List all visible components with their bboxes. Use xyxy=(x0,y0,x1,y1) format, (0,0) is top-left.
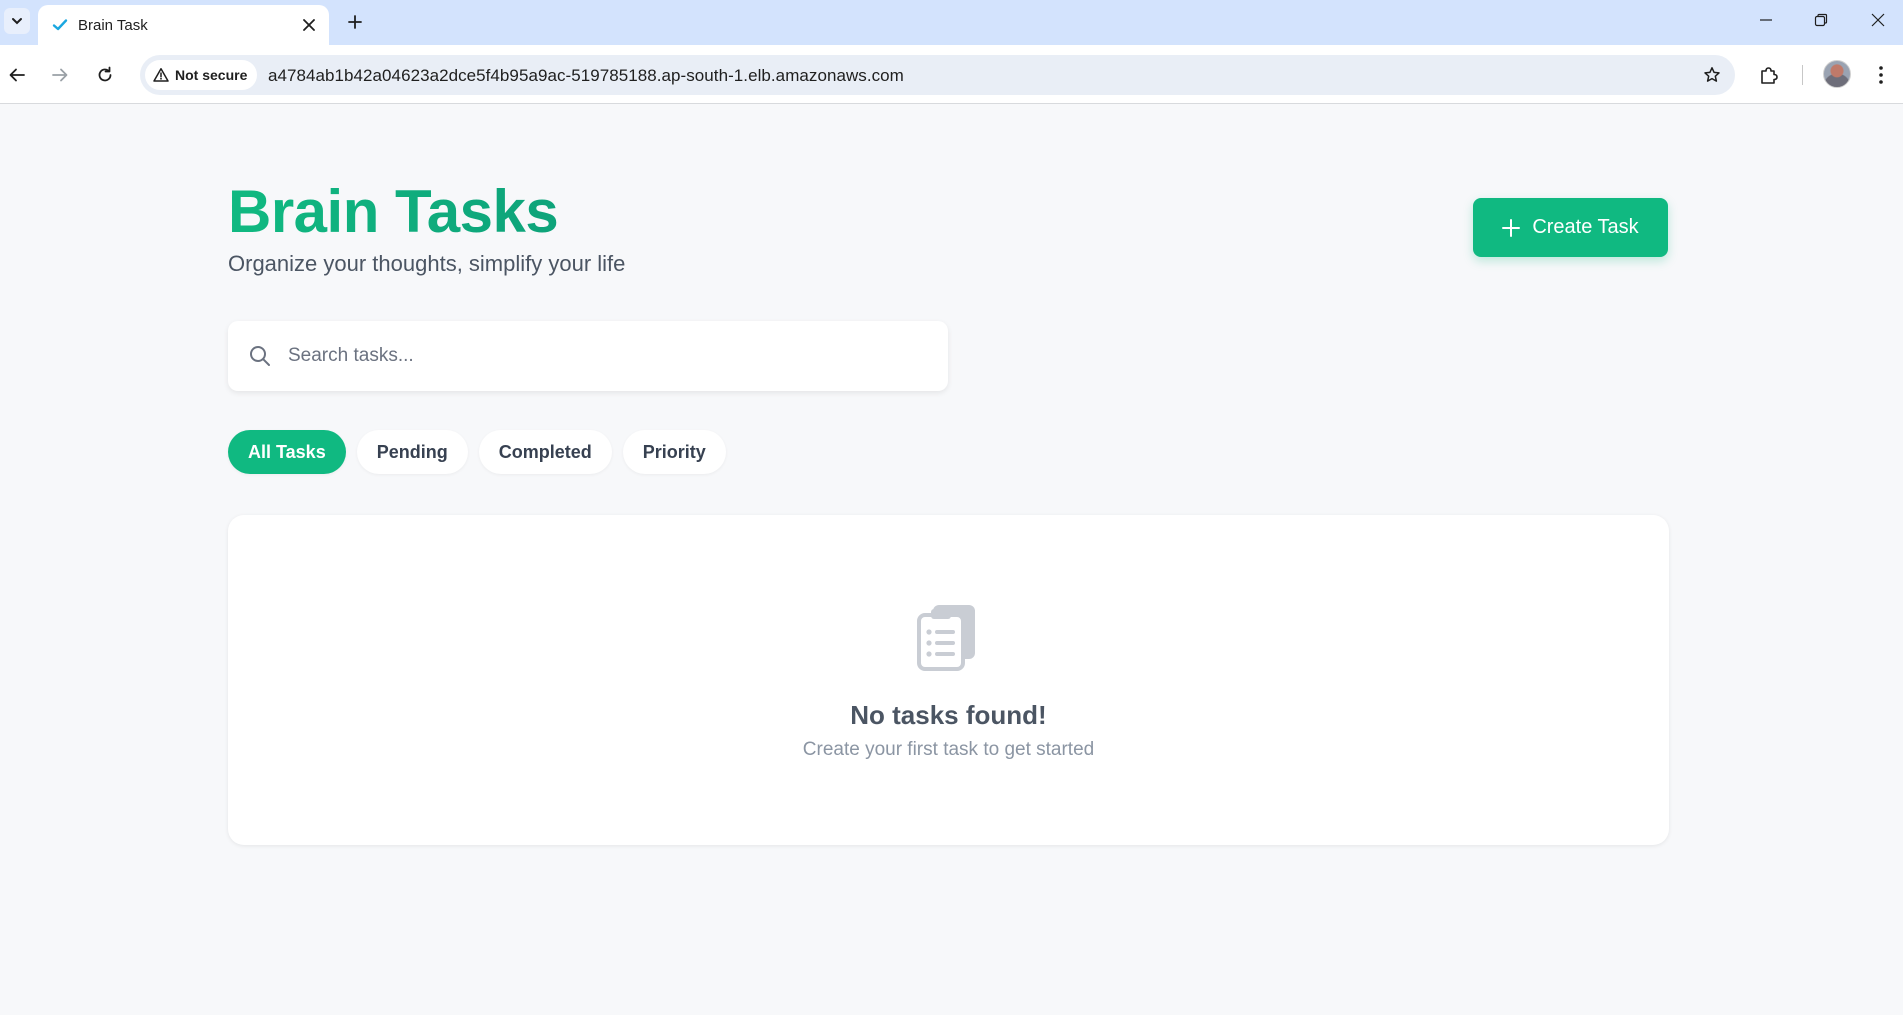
minimize-button[interactable] xyxy=(1743,4,1789,36)
browser-toolbar: Not secure a4784ab1b42a04623a2dce5f4b95a… xyxy=(0,45,1903,104)
tab-strip: Brain Task xyxy=(0,0,1903,45)
arrow-right-icon xyxy=(52,68,68,82)
close-icon xyxy=(1871,13,1885,27)
app-page: Brain Tasks Organize your thoughts, simp… xyxy=(0,105,1903,1015)
profile-avatar[interactable] xyxy=(1823,60,1851,88)
reload-icon xyxy=(98,66,112,82)
extensions-button[interactable] xyxy=(1754,60,1784,90)
new-tab-button[interactable] xyxy=(342,9,368,35)
filter-all-tasks[interactable]: All Tasks xyxy=(228,430,346,474)
security-indicator[interactable]: Not secure xyxy=(145,60,258,90)
tab-search-button[interactable] xyxy=(4,8,30,34)
reload-button[interactable] xyxy=(90,60,120,90)
address-bar[interactable]: Not secure a4784ab1b42a04623a2dce5f4b95a… xyxy=(140,55,1735,95)
window-close-button[interactable] xyxy=(1855,4,1901,36)
browser-menu-button[interactable] xyxy=(1866,60,1896,90)
empty-state-card: No tasks found! Create your first task t… xyxy=(228,515,1669,845)
security-label: Not secure xyxy=(175,67,248,83)
url-text[interactable]: a4784ab1b42a04623a2dce5f4b95a9ac-5197851… xyxy=(268,66,904,86)
create-task-label: Create Task xyxy=(1532,216,1639,238)
warning-icon xyxy=(153,68,169,82)
search-input[interactable] xyxy=(288,321,928,391)
empty-state-title: No tasks found! xyxy=(850,700,1047,730)
back-button[interactable] xyxy=(2,60,32,90)
active-tab[interactable]: Brain Task xyxy=(38,5,329,45)
tab-title: Brain Task xyxy=(78,17,148,34)
empty-state-subtitle: Create your first task to get started xyxy=(802,739,1095,760)
toolbar-divider xyxy=(1802,65,1803,85)
checkmark-icon xyxy=(52,19,68,31)
forward-button[interactable] xyxy=(45,60,75,90)
filter-completed[interactable]: Completed xyxy=(478,430,612,474)
clipboard-list-icon xyxy=(917,605,975,671)
search-icon xyxy=(250,346,270,366)
minimize-icon xyxy=(1760,19,1772,21)
search-box xyxy=(228,321,948,391)
filter-pending[interactable]: Pending xyxy=(356,430,468,474)
close-icon xyxy=(303,19,315,31)
plus-icon xyxy=(348,15,362,29)
create-task-button[interactable]: Create Task xyxy=(1473,198,1668,257)
filter-priority[interactable]: Priority xyxy=(622,430,726,474)
chevron-down-icon xyxy=(12,18,22,25)
bookmark-button[interactable] xyxy=(1701,64,1723,86)
app-subtitle: Organize your thoughts, simplify your li… xyxy=(228,251,626,276)
restore-icon xyxy=(1814,13,1828,27)
star-icon xyxy=(1704,67,1720,82)
puzzle-icon xyxy=(1761,67,1778,84)
kebab-menu-icon xyxy=(1879,66,1883,84)
plus-icon xyxy=(1502,218,1521,237)
arrow-left-icon xyxy=(9,68,25,82)
restore-button[interactable] xyxy=(1798,4,1844,36)
app-title: Brain Tasks xyxy=(228,178,559,245)
filter-tabs: All Tasks Pending Completed Priority xyxy=(228,430,726,474)
tab-close-button[interactable] xyxy=(299,15,319,35)
